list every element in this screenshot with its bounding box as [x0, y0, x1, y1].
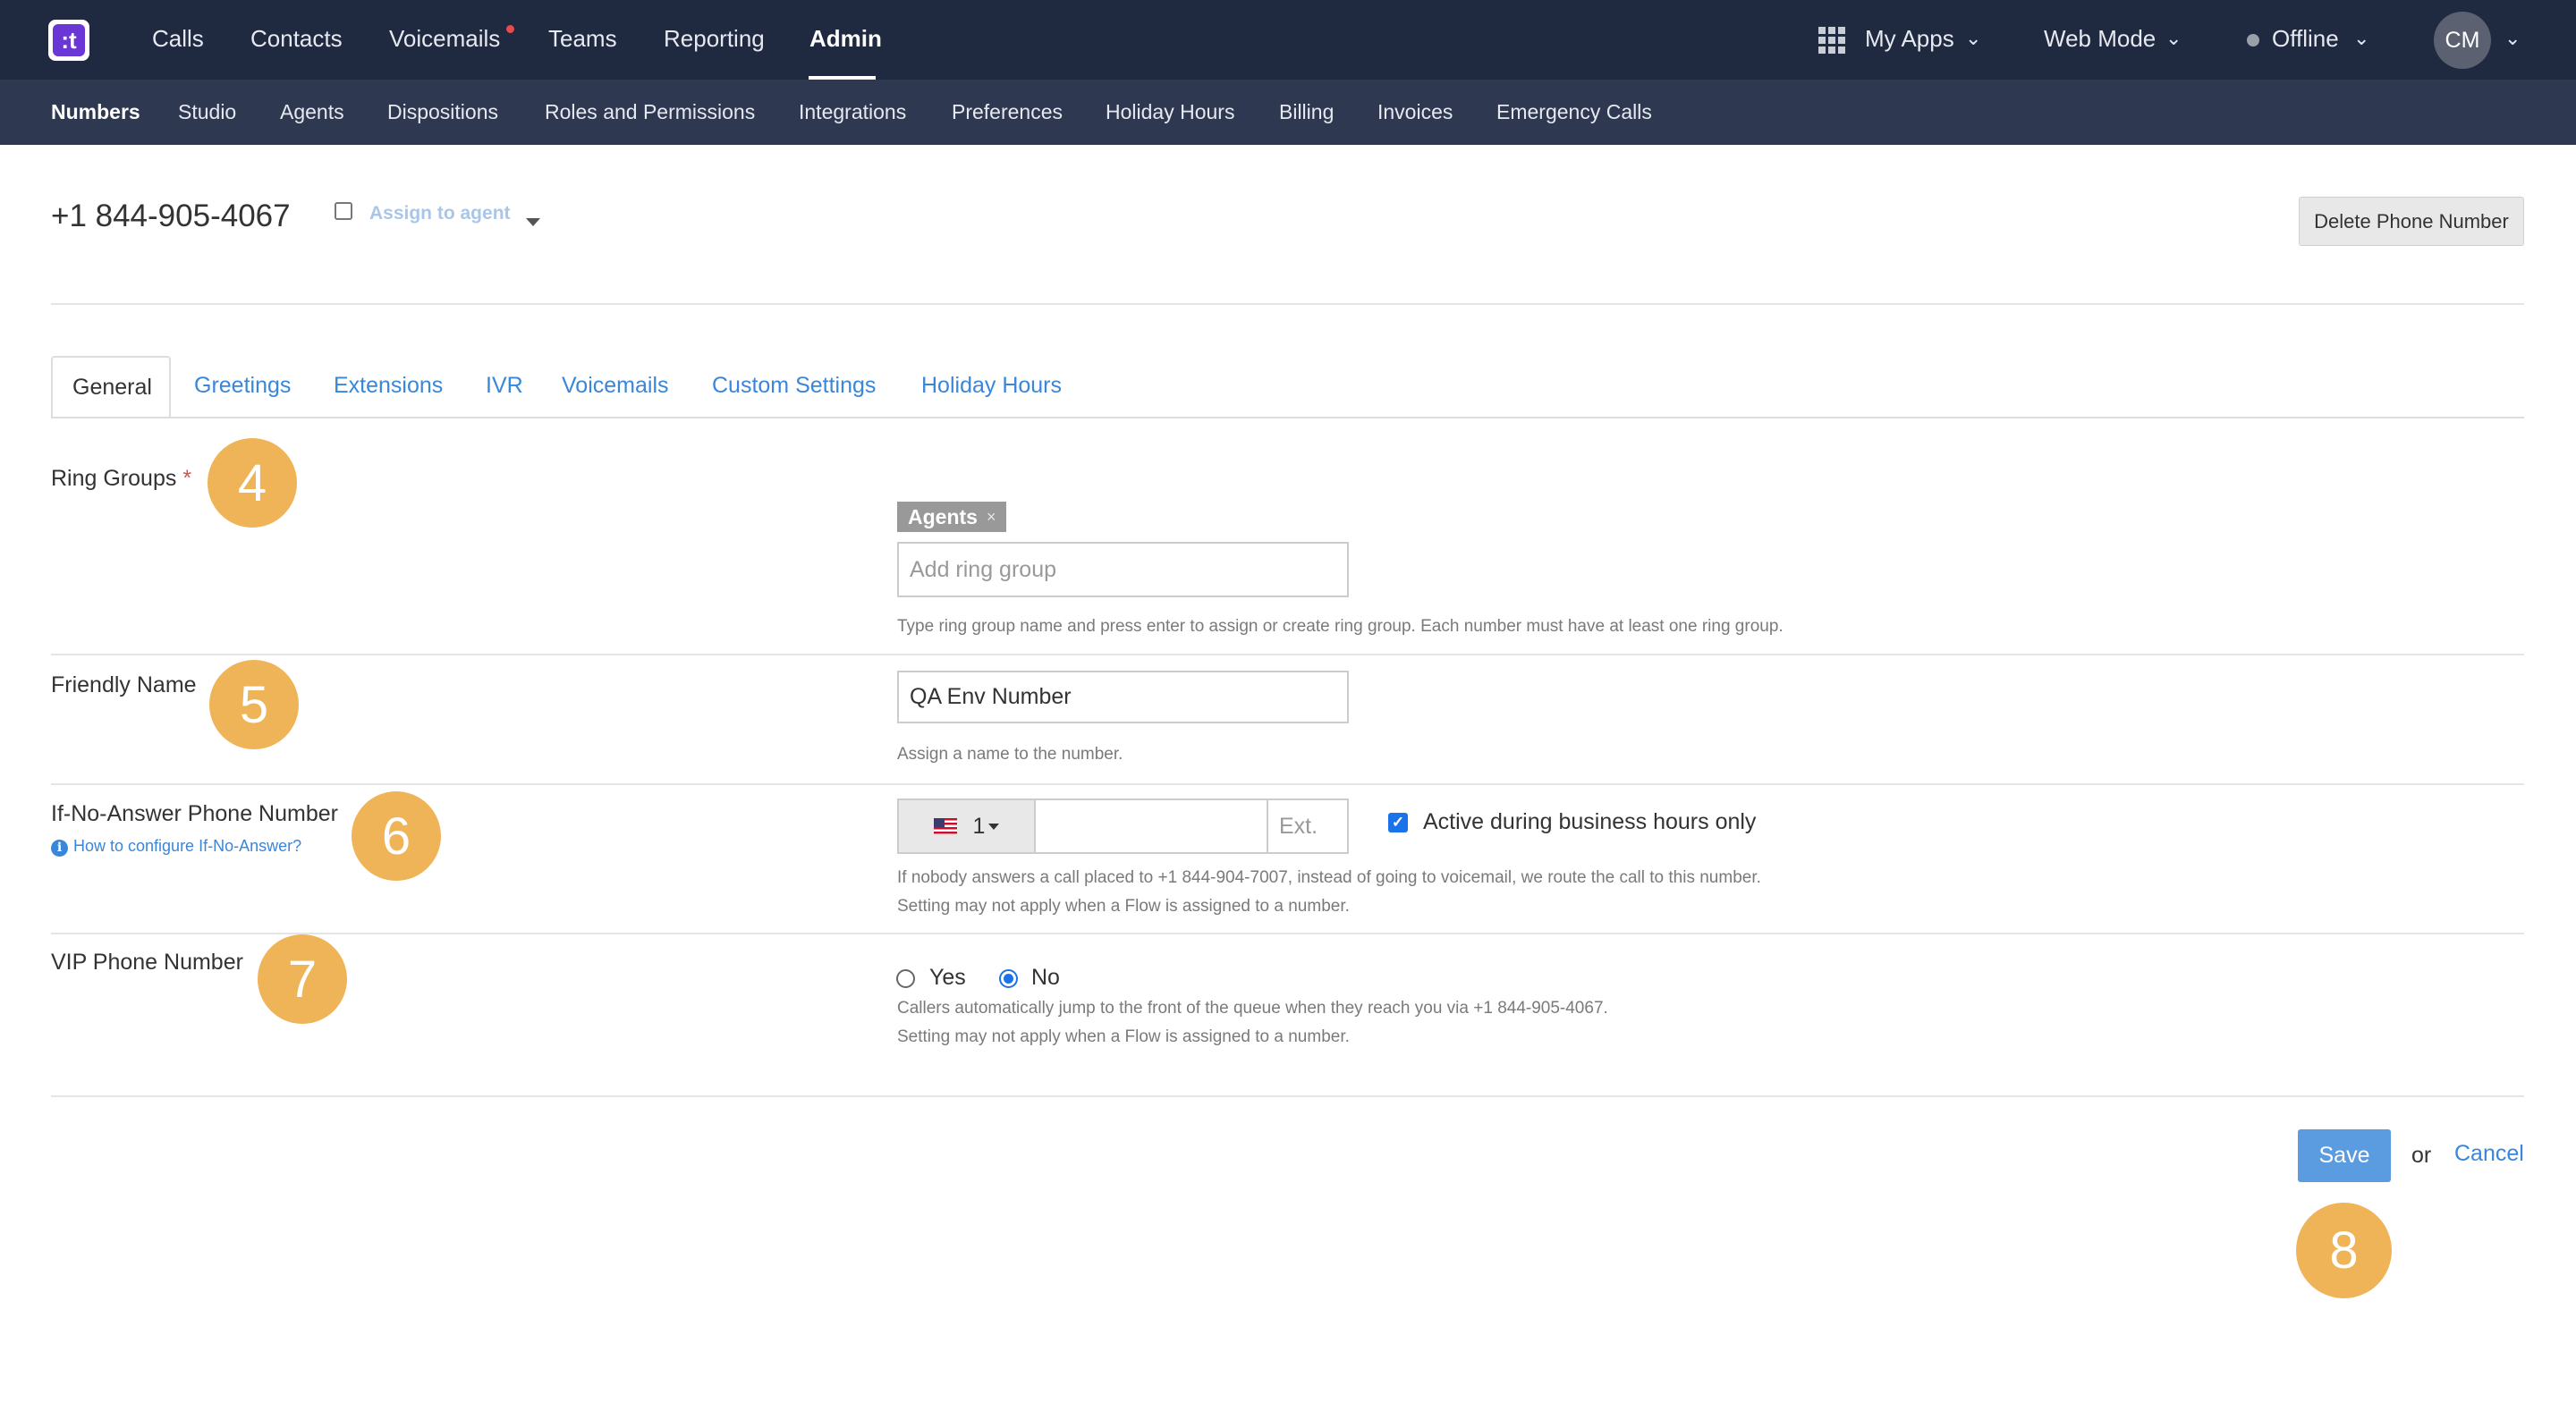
friendly-name-help: Assign a name to the number. [897, 745, 1123, 764]
divider [51, 654, 2524, 655]
cancel-link[interactable]: Cancel [2454, 1141, 2524, 1167]
chevron-down-icon: ⌄ [2353, 27, 2370, 49]
divider [51, 933, 2524, 934]
how-to-configure-link[interactable]: i How to configure If-No-Answer? [51, 837, 301, 857]
nav-voicemails[interactable]: Voicemails [389, 25, 500, 53]
ring-group-tag: Agents × [897, 502, 1007, 532]
vip-phone-number-label: VIP Phone Number [51, 950, 243, 975]
step-badge-6: 6 [352, 791, 441, 881]
us-flag-icon [933, 818, 957, 834]
subnav-billing[interactable]: Billing [1279, 100, 1334, 124]
vip-help-1: Callers automatically jump to the front … [897, 999, 1608, 1018]
extension-input[interactable]: Ext. [1267, 798, 1349, 854]
tab-extensions[interactable]: Extensions [334, 373, 443, 399]
subnav-emergency-calls[interactable]: Emergency Calls [1496, 100, 1652, 124]
user-avatar[interactable]: CM [2434, 12, 2491, 69]
if-no-answer-label: If-No-Answer Phone Number [51, 801, 338, 826]
ring-groups-label: Ring Groups * [51, 466, 191, 492]
vip-help-2: Setting may not apply when a Flow is ass… [897, 1027, 1350, 1046]
business-hours-checkbox[interactable]: ✓ [1388, 813, 1408, 832]
subnav-integrations[interactable]: Integrations [799, 100, 906, 124]
logo-mark: :t [53, 24, 85, 56]
tab-greetings[interactable]: Greetings [194, 373, 291, 399]
chevron-down-icon[interactable]: ⌄ [2504, 27, 2521, 50]
friendly-name-input[interactable]: QA Env Number [897, 671, 1349, 723]
divider [51, 303, 2524, 305]
nav-contacts[interactable]: Contacts [250, 25, 343, 53]
tab-voicemails[interactable]: Voicemails [562, 373, 669, 399]
ring-group-placeholder: Add ring group [910, 556, 1057, 582]
step-badge-7: 7 [258, 934, 347, 1024]
tab-custom-settings[interactable]: Custom Settings [712, 373, 876, 399]
caret-down-icon[interactable] [526, 218, 540, 226]
status-indicator-icon [2247, 34, 2259, 46]
subnav-agents[interactable]: Agents [280, 100, 344, 124]
step-badge-5: 5 [209, 660, 299, 749]
delete-phone-number-button[interactable]: Delete Phone Number [2299, 197, 2524, 246]
subnav-holiday-hours[interactable]: Holiday Hours [1106, 100, 1234, 124]
info-icon: i [51, 840, 68, 857]
tabs-divider [51, 417, 2524, 418]
nav-reporting[interactable]: Reporting [664, 25, 765, 53]
vip-no-label[interactable]: No [1031, 965, 1060, 991]
caret-down-icon [988, 823, 1000, 830]
remove-tag-icon[interactable]: × [987, 508, 996, 527]
vip-yes-radio[interactable] [896, 969, 915, 988]
subnav-numbers[interactable]: Numbers [51, 100, 140, 124]
app-logo[interactable]: :t [48, 20, 89, 61]
save-button[interactable]: Save [2298, 1129, 2391, 1182]
page-title: +1 844-905-4067 [51, 199, 291, 233]
friendly-name-value: QA Env Number [910, 684, 1072, 709]
step-badge-4: 4 [208, 438, 297, 528]
nav-calls[interactable]: Calls [152, 25, 204, 53]
subnav-preferences[interactable]: Preferences [952, 100, 1063, 124]
tab-ivr[interactable]: IVR [486, 373, 523, 399]
web-mode-menu[interactable]: Web Mode [2044, 25, 2156, 53]
subnav-invoices[interactable]: Invoices [1377, 100, 1453, 124]
extension-placeholder: Ext. [1279, 813, 1318, 839]
business-hours-label[interactable]: Active during business hours only [1423, 809, 1756, 835]
vip-no-radio[interactable] [999, 969, 1018, 988]
apps-grid-icon[interactable] [1818, 27, 1845, 54]
voicemail-notification-dot [506, 25, 514, 33]
or-separator: or [2411, 1143, 2432, 1168]
tab-holiday-hours[interactable]: Holiday Hours [921, 373, 1062, 399]
ring-group-tag-label: Agents [908, 504, 978, 528]
ring-group-input[interactable]: Add ring group [897, 542, 1349, 597]
how-to-configure-text[interactable]: How to configure If-No-Answer? [73, 837, 301, 855]
my-apps-menu[interactable]: My Apps [1865, 25, 1954, 53]
step-badge-8: 8 [2296, 1203, 2392, 1298]
chevron-down-icon: ⌄ [2165, 27, 2182, 49]
subnav-roles-permissions[interactable]: Roles and Permissions [545, 100, 755, 124]
assign-to-agent-checkbox[interactable] [335, 202, 352, 220]
if-no-answer-phone-input[interactable] [1034, 798, 1268, 854]
subnav-studio[interactable]: Studio [178, 100, 236, 124]
top-navigation-bar [0, 0, 2576, 80]
divider [51, 1095, 2524, 1097]
divider [51, 783, 2524, 785]
country-code-select[interactable]: 1 [897, 798, 1036, 854]
if-no-answer-help-2: Setting may not apply when a Flow is ass… [897, 897, 1350, 916]
nav-teams[interactable]: Teams [548, 25, 617, 53]
ring-groups-label-text: Ring Groups [51, 466, 177, 491]
nav-admin[interactable]: Admin [809, 25, 882, 53]
friendly-name-label: Friendly Name [51, 672, 197, 697]
required-marker: * [182, 466, 192, 491]
if-no-answer-help-1: If nobody answers a call placed to +1 84… [897, 868, 1761, 887]
tab-general-label[interactable]: General [72, 375, 152, 401]
country-code-value: 1 [972, 813, 986, 839]
chevron-down-icon: ⌄ [1965, 27, 1982, 49]
ring-groups-help: Type ring group name and press enter to … [897, 617, 1784, 636]
status-menu[interactable]: Offline [2272, 25, 2339, 53]
vip-yes-label[interactable]: Yes [929, 965, 966, 991]
assign-to-agent-label[interactable]: Assign to agent [369, 203, 511, 224]
subnav-dispositions[interactable]: Dispositions [387, 100, 498, 124]
